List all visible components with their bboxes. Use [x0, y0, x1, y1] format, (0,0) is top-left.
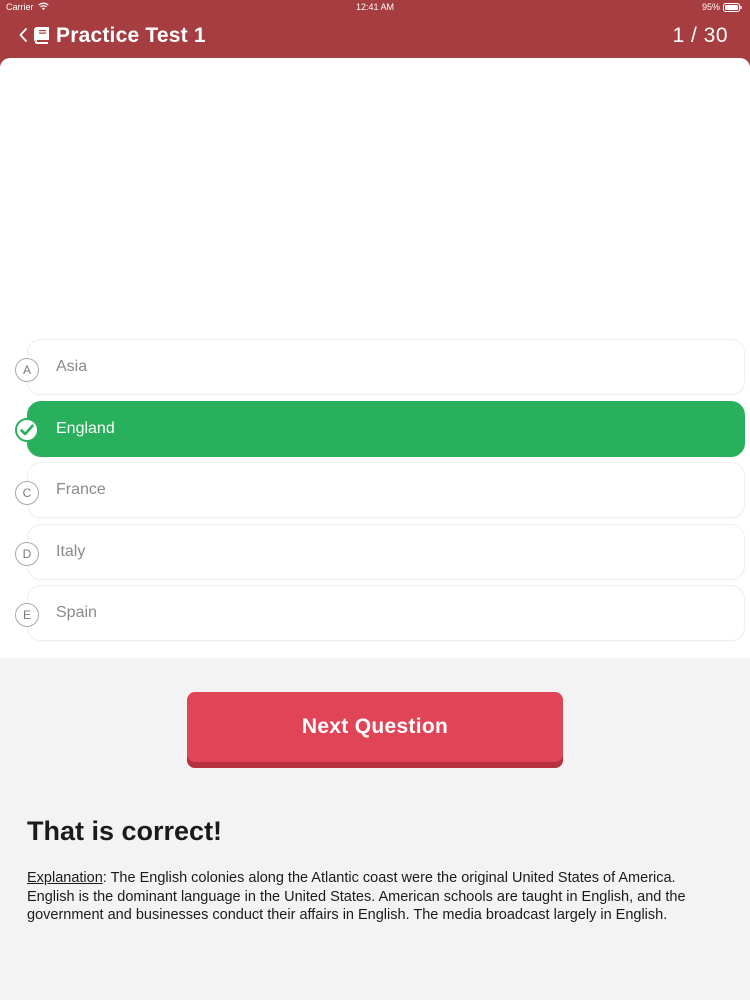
answer-option-c[interactable]: France: [27, 462, 745, 518]
status-time: 12:41 AM: [355, 2, 395, 12]
back-chevron-icon[interactable]: [18, 27, 28, 43]
question-counter: 1 / 30: [672, 24, 728, 47]
answer-option-label: Asia: [56, 358, 88, 375]
feedback-title: That is correct!: [27, 816, 223, 846]
page-title: Practice Test 1: [56, 24, 206, 47]
answer-option-label: England: [56, 420, 115, 437]
battery-percent: 95%: [701, 2, 720, 12]
next-question-button[interactable]: Next Question: [187, 692, 563, 768]
answer-option-e[interactable]: Spain: [27, 585, 745, 641]
answer-option-label: Spain: [56, 604, 97, 621]
check-circle-icon: [15, 418, 39, 442]
option-letter-a: A: [15, 358, 39, 382]
checkmark-icon: [20, 424, 34, 436]
answer-option-label: Italy: [56, 543, 86, 560]
app-header: Carrier 12:41 AM 95% Practice Test 1 1 /…: [0, 0, 750, 66]
option-letter-d: D: [15, 542, 39, 566]
option-letter-e: E: [15, 603, 39, 627]
answer-option-b[interactable]: England: [27, 401, 745, 457]
explanation-body: : The English colonies along the Atlanti…: [27, 870, 686, 923]
option-letter-c: C: [15, 481, 39, 505]
battery-icon: [723, 3, 742, 12]
nav-bar: Practice Test 1 1 / 30: [0, 18, 750, 56]
status-bar: Carrier 12:41 AM 95%: [0, 0, 750, 16]
answer-option-a[interactable]: Asia: [27, 339, 745, 395]
answer-option-d[interactable]: Italy: [27, 524, 745, 580]
answer-option-label: France: [56, 481, 106, 498]
book-icon: [34, 27, 49, 44]
explanation-label: Explanation: [27, 870, 103, 886]
explanation-text: Explanation: The English colonies along …: [27, 869, 727, 925]
